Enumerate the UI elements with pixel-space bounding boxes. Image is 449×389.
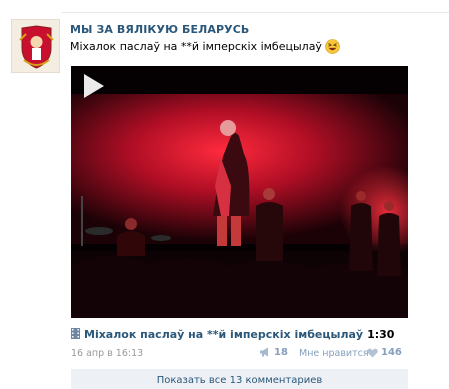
share-button[interactable]: 18 bbox=[259, 347, 288, 358]
video-thumbnail bbox=[71, 66, 408, 318]
like-label[interactable]: Мне нравится bbox=[299, 348, 369, 359]
community-name-link[interactable]: МЫ ЗА ВЯЛІКУЮ БЕЛАРУСЬ bbox=[70, 23, 249, 36]
play-icon[interactable] bbox=[71, 66, 111, 106]
post-text: Міхалок паслаў на **й імперскіх імбецыла… bbox=[70, 40, 322, 53]
video-film-icon bbox=[71, 328, 80, 339]
show-comments-button[interactable]: Показать все 13 комментариев bbox=[71, 369, 408, 389]
like-count[interactable]: 146 bbox=[381, 347, 402, 358]
post-text-line: Міхалок паслаў на **й імперскіх імбецыла… bbox=[70, 39, 340, 54]
share-count: 18 bbox=[274, 347, 288, 358]
coat-of-arms-icon bbox=[12, 20, 59, 72]
laughing-emoji-icon bbox=[325, 39, 340, 54]
show-comments-label: Показать все 13 комментариев bbox=[156, 375, 323, 386]
video-duration: 1:30 bbox=[367, 328, 395, 341]
video-title-link[interactable]: Міхалок паслаў на **й імперскіх імбецыла… bbox=[71, 328, 394, 341]
video-player[interactable] bbox=[71, 66, 408, 318]
megaphone-icon bbox=[260, 347, 268, 357]
video-title: Міхалок паслаў на **й імперскіх імбецыла… bbox=[84, 328, 364, 341]
post-divider bbox=[62, 12, 449, 13]
post-date-link[interactable]: 16 апр в 16:13 bbox=[71, 348, 143, 359]
community-avatar[interactable] bbox=[11, 19, 60, 73]
heart-icon[interactable] bbox=[367, 348, 378, 358]
